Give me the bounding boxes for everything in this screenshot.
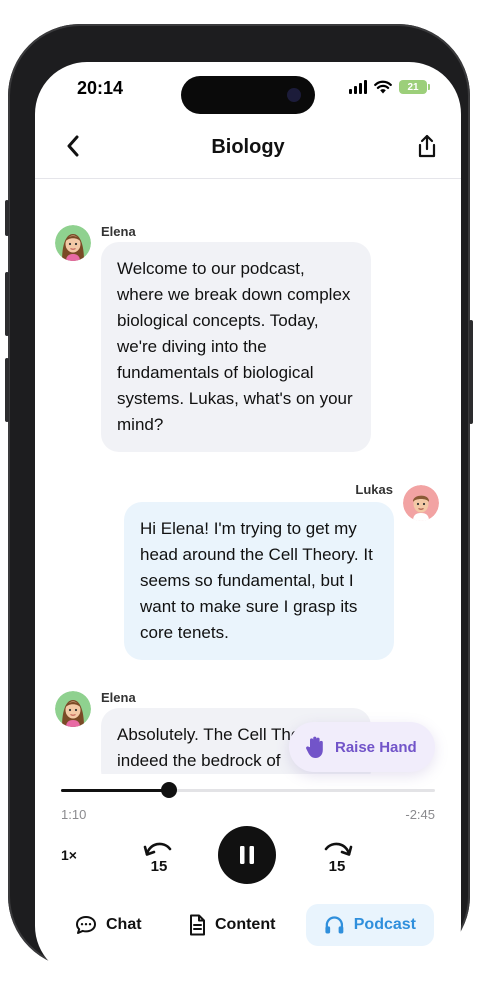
tab-label: Content: [215, 916, 276, 933]
progress-knob[interactable]: [161, 782, 178, 798]
chat-bubble-icon: [76, 916, 96, 934]
status-time: 20:14: [77, 78, 124, 98]
camera-icon: [287, 88, 301, 102]
avatar-elena: [55, 691, 91, 727]
tab-chat[interactable]: Chat: [75, 904, 142, 946]
volume-up-button: [5, 272, 9, 336]
wifi-icon: [374, 80, 392, 94]
skip-forward-button[interactable]: 15: [317, 838, 357, 878]
skip-back-icon: 15: [143, 842, 172, 875]
pause-icon: [240, 846, 254, 864]
avatar-lukas: [403, 485, 439, 521]
document-icon: [190, 914, 205, 936]
battery-icon: 21: [399, 80, 430, 94]
tab-label: Chat: [106, 916, 142, 933]
avatar-elena: [55, 225, 91, 261]
headphones-icon: [325, 916, 344, 934]
skip-back-button[interactable]: 15: [139, 838, 179, 878]
elena-avatar-icon: [55, 691, 91, 727]
battery-level: 21: [407, 81, 419, 93]
progress-fill: [61, 789, 170, 792]
page-title: Biology: [211, 136, 285, 158]
header: Biology: [35, 118, 461, 179]
bottom-tab-bar: Chat Content Podcast: [35, 902, 461, 948]
time-remaining: -2:45: [405, 807, 435, 822]
playback-speed-button[interactable]: 1×: [61, 847, 77, 863]
phone-frame: 20:14 21 Biology Elena Welcome to our po…: [5, 24, 473, 978]
progress-slider[interactable]: [61, 782, 435, 798]
tab-podcast[interactable]: Podcast: [306, 904, 434, 946]
message-bubble-elena: Welcome to our podcast, where we break d…: [101, 242, 371, 452]
speaker-name: Lukas: [355, 482, 393, 497]
share-button[interactable]: [409, 128, 445, 164]
raise-hand-label: Raise Hand: [335, 738, 417, 756]
skip-back-seconds: 15: [151, 858, 168, 875]
volume-down-button: [5, 358, 9, 422]
skip-forward-icon: 15: [324, 842, 353, 875]
status-icons: 21: [349, 80, 430, 94]
raised-hand-icon: [306, 736, 323, 758]
tab-content[interactable]: Content: [188, 904, 275, 946]
skip-forward-seconds: 15: [329, 858, 346, 875]
speaker-name: Elena: [101, 224, 136, 239]
raise-hand-button[interactable]: Raise Hand: [289, 722, 435, 772]
chat-area[interactable]: Elena Welcome to our podcast, where we b…: [35, 179, 461, 774]
dynamic-island: [181, 76, 315, 114]
cellular-signal-icon: [349, 80, 367, 94]
speaker-name: Elena: [101, 690, 136, 705]
message-bubble-lukas: Hi Elena! I'm trying to get my head arou…: [124, 502, 394, 660]
lukas-avatar-icon: [403, 485, 439, 521]
time-elapsed: 1:10: [61, 807, 87, 822]
pause-button[interactable]: [218, 826, 276, 884]
tab-label: Podcast: [353, 916, 416, 933]
power-button: [469, 320, 473, 424]
action-button: [5, 200, 9, 236]
elena-avatar-icon: [55, 225, 91, 261]
screen: 20:14 21 Biology Elena Welcome to our po…: [35, 62, 461, 978]
share-icon: [418, 134, 436, 158]
